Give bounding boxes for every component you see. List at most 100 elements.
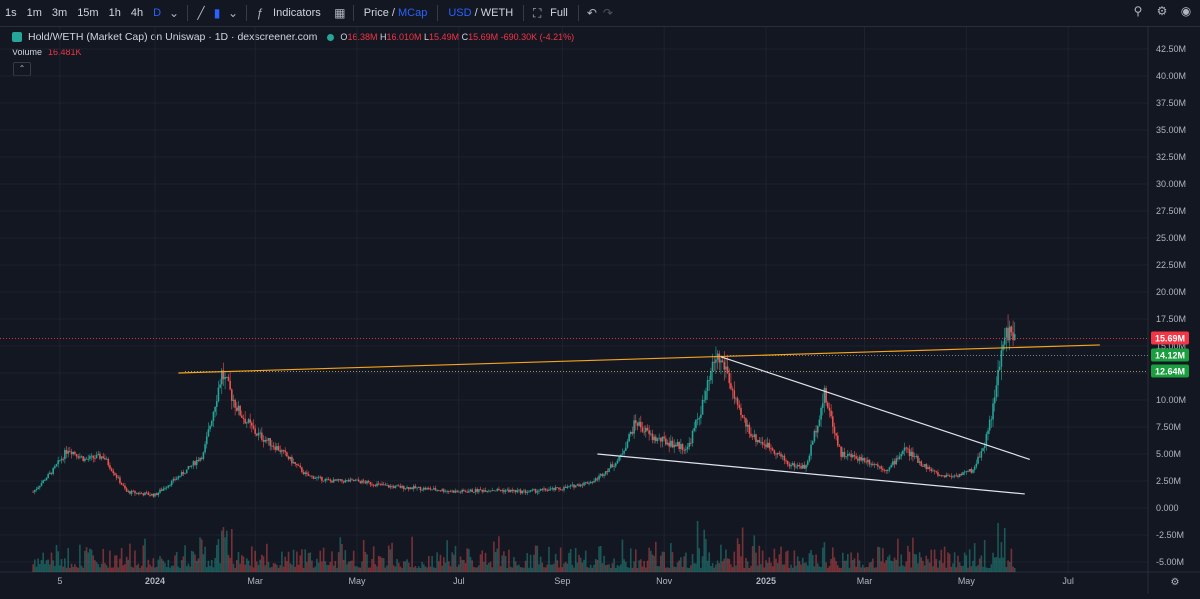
y-tick-label: 17.50M	[1156, 314, 1186, 324]
indicators-button[interactable]: Indicators	[268, 7, 326, 19]
candle-body	[666, 442, 669, 445]
candle-body	[611, 464, 614, 468]
currency-toggle[interactable]: USD / WETH	[443, 7, 518, 19]
indicators-icon[interactable]: ƒ	[252, 6, 268, 20]
volume-bar	[344, 550, 347, 572]
candle-body	[935, 471, 938, 473]
line-chart-icon[interactable]: ╱	[193, 6, 209, 20]
top-toolbar: 1s 1m 3m 15m 1h 4h D ⌄ ╱ ▮ ⌄ ƒ Indicator…	[0, 0, 1200, 27]
price-toggle[interactable]: Price / MCap	[359, 7, 433, 19]
volume-bar	[87, 552, 90, 572]
candle-body	[339, 479, 342, 481]
volume-bar	[1007, 560, 1009, 572]
volume-bar	[808, 553, 811, 572]
interval-4h[interactable]: 4h	[126, 7, 148, 19]
chevron-down-icon[interactable]: ⌄	[166, 6, 182, 20]
volume-bar	[681, 566, 684, 572]
volume-bar	[357, 567, 360, 572]
candle-body	[159, 489, 161, 493]
candle-body	[650, 433, 652, 435]
candles-icon[interactable]: ▮	[209, 6, 225, 20]
volume-bar	[197, 558, 200, 572]
volume-bar	[801, 557, 804, 572]
volume-bar	[660, 555, 662, 572]
candle-body	[885, 470, 887, 471]
volume-bar	[54, 565, 56, 572]
candle-body	[377, 483, 380, 485]
volume-bar	[252, 567, 255, 572]
candle-body	[651, 433, 654, 441]
toolbar-right: ⚲ ⚙ ◉	[1130, 4, 1194, 18]
interval-1m[interactable]: 1m	[22, 7, 47, 19]
interval-d[interactable]: D	[148, 7, 166, 19]
volume-bar	[411, 536, 413, 572]
camera-icon[interactable]: ◉	[1178, 4, 1194, 18]
volume-bar	[371, 558, 373, 572]
volume-bar	[544, 567, 547, 572]
chart-area[interactable]: 42.50M 40.00M 37.50M 35.00M 32.50M 30.00M 27.5…	[0, 27, 1200, 594]
candle-body	[349, 479, 352, 482]
chevron-down-icon[interactable]: ⌄	[225, 6, 241, 20]
search-icon[interactable]: ⚲	[1130, 4, 1146, 18]
volume-bar	[573, 567, 575, 572]
candle-body	[357, 479, 360, 482]
price-chart[interactable]: 42.50M 40.00M 37.50M 35.00M 32.50M 30.00M 27.5…	[0, 27, 1200, 594]
candle-body	[306, 472, 308, 475]
gear-icon[interactable]: ⚙	[1154, 4, 1170, 18]
redo-icon[interactable]: ↷	[600, 6, 616, 20]
volume-bar	[145, 567, 148, 572]
full-button[interactable]: Full	[545, 7, 573, 19]
volume-bar	[628, 567, 630, 572]
volume-bar	[374, 564, 377, 572]
volume-bar	[130, 566, 133, 572]
volume-bar	[506, 567, 509, 572]
volume-bar	[843, 560, 846, 572]
volume-bar	[963, 552, 966, 572]
candle-body	[569, 485, 572, 487]
volume-bar	[277, 567, 280, 572]
layout-grid-icon[interactable]: ▦	[332, 6, 348, 20]
candle-body	[421, 489, 423, 491]
candle-body	[52, 468, 54, 474]
volume-bar	[112, 567, 115, 572]
volume-bar	[745, 557, 747, 572]
y-tick-label: 32.50M	[1156, 152, 1186, 162]
interval-1h[interactable]: 1h	[104, 7, 126, 19]
candle-body	[551, 487, 554, 489]
volume-bar	[613, 558, 615, 572]
volume-bar	[579, 557, 582, 572]
candle-body	[963, 471, 966, 473]
volume-bar	[751, 546, 754, 572]
volume-bar	[276, 564, 278, 572]
volume-bar	[473, 567, 475, 572]
volume-bar	[109, 550, 111, 572]
candle-body	[845, 456, 847, 458]
candle-body	[209, 425, 211, 430]
volume-bar	[439, 554, 442, 572]
y-tick-label: 27.50M	[1156, 206, 1186, 216]
candle-body	[708, 380, 711, 381]
volume-bar	[883, 562, 886, 572]
candle-body	[324, 479, 327, 481]
volume-bar	[756, 565, 759, 572]
volume-bar	[773, 548, 776, 572]
candle-body	[342, 481, 345, 483]
volume-bar	[401, 567, 403, 572]
candle-body	[39, 485, 41, 488]
volume-bar	[803, 562, 806, 572]
candle-body	[239, 405, 241, 416]
undo-icon[interactable]: ↶	[584, 6, 600, 20]
candle-body	[853, 454, 856, 457]
interval-3m[interactable]: 3m	[47, 7, 72, 19]
candle-body	[55, 464, 58, 467]
volume-bar	[953, 552, 956, 572]
volume-bar	[202, 554, 205, 572]
fullscreen-icon[interactable]: ⛶	[529, 6, 545, 21]
volume-bar	[1002, 557, 1004, 572]
candle-body	[858, 456, 861, 461]
volume-bar	[746, 561, 749, 572]
interval-1s[interactable]: 1s	[0, 7, 22, 19]
interval-15m[interactable]: 15m	[72, 7, 103, 19]
volume-bar	[214, 557, 216, 572]
volume-bar	[162, 560, 165, 572]
